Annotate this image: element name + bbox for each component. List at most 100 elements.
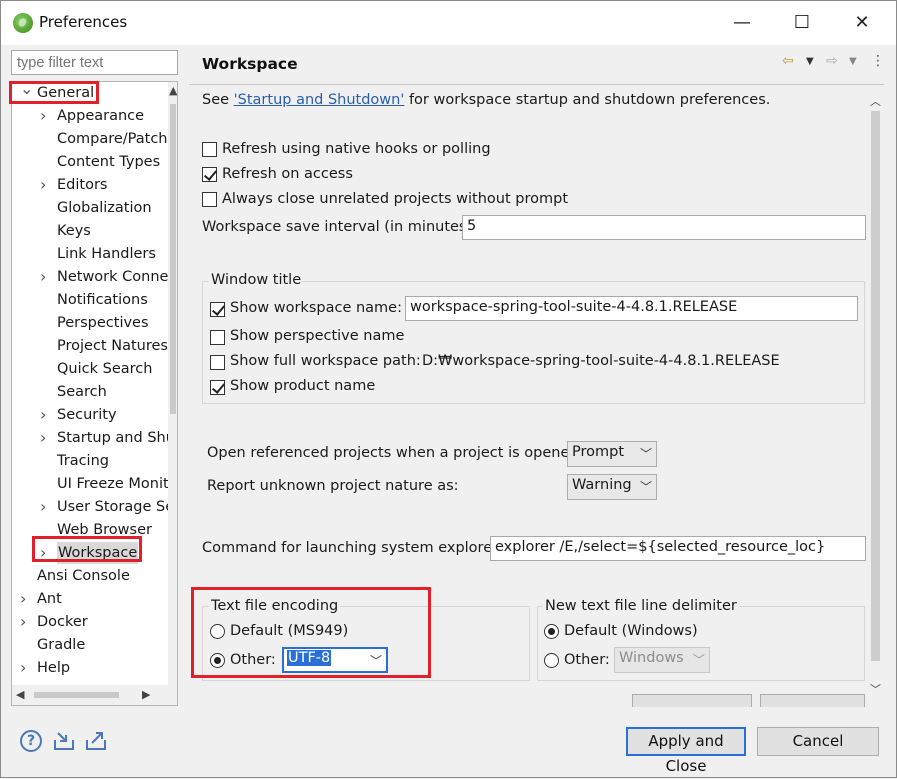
title-bar: Preferences — ☐ ✕ (1, 1, 896, 45)
tree-item-keys[interactable]: Keys (12, 220, 168, 242)
tree-item-tracing[interactable]: Tracing (12, 450, 168, 472)
page-title: Workspace (202, 55, 298, 73)
tree-item-project-natures[interactable]: Project Natures (12, 335, 168, 357)
maximize-button[interactable]: ☐ (779, 9, 825, 37)
preferences-window: Preferences — ☐ ✕ › Help Gradle › Docker › Ant… (0, 0, 897, 778)
tree-item-user-storage-service[interactable]: › User Storage Service (12, 496, 177, 518)
tree-scroll-thumb[interactable] (170, 104, 176, 414)
open-ref-combo[interactable]: Prompt ﹀ (567, 441, 657, 467)
explorer-cmd-input[interactable]: explorer /E,/select=${selected_resource_… (490, 536, 866, 561)
chevron-right-icon[interactable]: › (20, 588, 30, 610)
always-close-checkbox[interactable] (202, 192, 217, 207)
close-button[interactable]: ✕ (839, 9, 885, 37)
report-nature-combo[interactable]: Warning ﹀ (567, 474, 657, 500)
page-header: Workspace ⇦ ▼ ⇨ ▼ ⋮ (189, 47, 885, 85)
delimiter-combo[interactable]: Windows ﹀ (614, 647, 710, 673)
refresh-native-checkbox[interactable] (202, 142, 217, 157)
cancel-button[interactable]: Cancel (757, 727, 879, 756)
tree-item-label: Help (37, 660, 71, 676)
chevron-right-icon[interactable]: › (40, 404, 50, 426)
show-product-label: Show product name (230, 378, 376, 394)
tree-item-help[interactable]: › Help (12, 657, 168, 679)
help-icon[interactable]: ? (20, 730, 42, 752)
tree-item-label: Project Natures (57, 338, 168, 354)
forward-arrow-icon[interactable]: ⇨ (826, 53, 838, 69)
refresh-access-checkbox[interactable] (202, 167, 217, 182)
apply-button[interactable] (760, 694, 865, 707)
preference-tree[interactable]: › Help Gradle › Docker › Ant Ansi Console › Works… (11, 81, 178, 706)
tree-hscroll-thumb[interactable] (34, 692, 119, 698)
tree-item-label: Security (57, 407, 117, 423)
tree-item-globalization[interactable]: Globalization (12, 197, 168, 219)
line-delimiter-legend: New text file line delimiter (543, 598, 739, 614)
chevron-right-icon[interactable]: › (20, 657, 30, 679)
tree-item-appearance[interactable]: › Appearance (12, 105, 168, 127)
delimiter-other-radio[interactable] (544, 653, 559, 668)
tree-item-label: Perspectives (57, 315, 149, 331)
tree-item-perspectives[interactable]: Perspectives (12, 312, 168, 334)
spring-app-icon (13, 13, 33, 33)
tree-item-security[interactable]: › Security (12, 404, 168, 426)
tree-item-search[interactable]: Search (12, 381, 168, 403)
chevron-right-icon[interactable]: › (40, 427, 50, 449)
tree-item-notifications[interactable]: Notifications (12, 289, 168, 311)
tree-item-editors[interactable]: › Editors (12, 174, 168, 196)
back-menu-icon[interactable]: ▼ (806, 56, 814, 67)
tree-item-label: Network Connections (57, 269, 177, 285)
refresh-native-label: Refresh using native hooks or polling (222, 141, 491, 157)
tree-item-content-types[interactable]: Content Types (12, 151, 168, 173)
minimize-button[interactable]: — (719, 9, 765, 37)
back-arrow-icon[interactable]: ⇦ (782, 53, 794, 69)
tree-horizontal-scrollbar[interactable]: ◀ ▶ (12, 685, 177, 705)
chevron-right-icon[interactable]: › (40, 496, 50, 518)
report-nature-label: Report unknown project nature as: (207, 478, 459, 494)
scroll-left-icon[interactable]: ◀ (16, 688, 24, 701)
highlight-general (9, 81, 99, 104)
tree-item-gradle[interactable]: Gradle (12, 634, 168, 656)
tree-item-label: Tracing (57, 453, 109, 469)
show-perspective-label: Show perspective name (230, 328, 405, 344)
apply-and-close-button[interactable]: Apply and Close (626, 727, 746, 775)
chevron-right-icon[interactable]: › (20, 611, 30, 633)
scroll-up-icon[interactable]: ▲ (169, 84, 177, 97)
restore-defaults-button[interactable] (632, 694, 752, 707)
tree-item-ant[interactable]: › Ant (12, 588, 168, 610)
scroll-right-icon[interactable]: ▶ (142, 688, 150, 701)
tree-item-quick-search[interactable]: Quick Search (12, 358, 168, 380)
window-title: Preferences (39, 13, 128, 31)
show-product-checkbox[interactable] (210, 380, 225, 395)
tree-item-startup-and-shutdown[interactable]: › Startup and Shutdown (12, 427, 177, 449)
show-perspective-checkbox[interactable] (210, 330, 225, 345)
tree-item-ui-freeze-monitoring[interactable]: UI Freeze Monitoring (12, 473, 177, 495)
tree-item-label: Compare/Patch (57, 131, 168, 147)
show-full-path-label: Show full workspace path: (230, 353, 421, 369)
scroll-up-icon[interactable]: ︿ (870, 93, 881, 109)
forward-menu-icon[interactable]: ▼ (849, 56, 857, 67)
tree-item-link-handlers[interactable]: Link Handlers (12, 243, 168, 265)
highlight-encoding (191, 587, 431, 678)
tree-item-network-connections[interactable]: › Network Connections (12, 266, 177, 288)
highlight-workspace (32, 536, 142, 562)
chevron-down-icon: ﹀ (639, 480, 652, 494)
scroll-down-icon[interactable]: ﹀ (870, 681, 881, 697)
chevron-right-icon[interactable]: › (40, 174, 50, 196)
startup-shutdown-link[interactable]: 'Startup and Shutdown' (234, 92, 405, 108)
chevron-right-icon[interactable]: › (40, 105, 50, 127)
import-icon[interactable] (52, 730, 76, 752)
filter-input[interactable] (11, 50, 178, 75)
tree-item-compare-patch[interactable]: Compare/Patch (12, 128, 168, 150)
page-vertical-scrollbar[interactable]: ︿ ﹀ (867, 85, 884, 707)
page-scroll-thumb[interactable] (871, 111, 880, 661)
tree-item-ansi-console[interactable]: Ansi Console (12, 565, 168, 587)
show-workspace-name-checkbox[interactable] (210, 302, 225, 317)
chevron-right-icon[interactable]: › (40, 266, 50, 288)
show-full-path-checkbox[interactable] (210, 355, 225, 370)
delimiter-default-radio[interactable] (544, 624, 559, 639)
intro-text: See 'Startup and Shutdown' for workspace… (202, 92, 770, 108)
more-menu-icon[interactable]: ⋮ (871, 53, 885, 69)
export-icon[interactable] (84, 730, 108, 752)
tree-vertical-scrollbar[interactable]: ▲ (168, 82, 177, 688)
workspace-name-input[interactable]: workspace-spring-tool-suite-4-4.8.1.RELE… (405, 296, 858, 321)
tree-item-docker[interactable]: › Docker (12, 611, 168, 633)
save-interval-input[interactable]: 5 (462, 215, 866, 240)
